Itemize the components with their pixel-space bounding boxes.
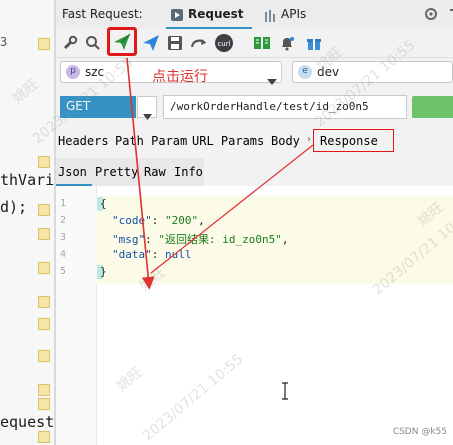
credit-text: CSDN @k55 [392, 427, 447, 437]
annotation-arrow-icon [126, 57, 314, 290]
